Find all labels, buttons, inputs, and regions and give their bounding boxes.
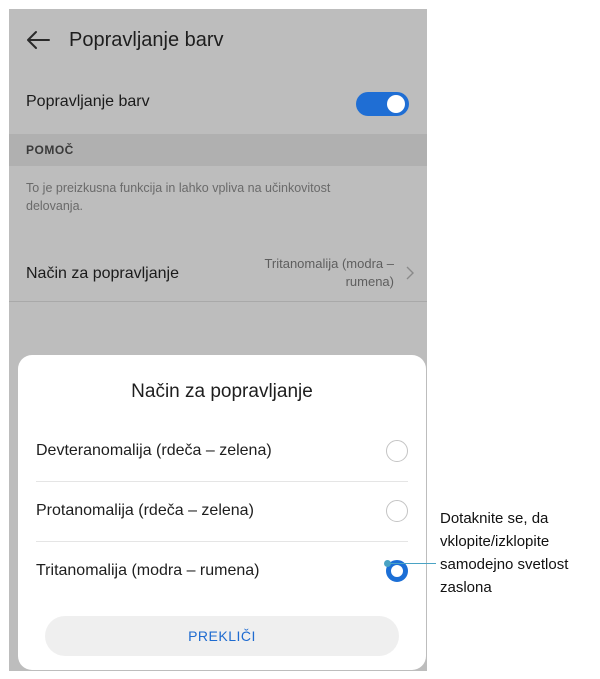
correction-method-value-line2: rumena) bbox=[345, 274, 394, 289]
color-correction-toggle[interactable] bbox=[356, 92, 409, 116]
app-bar: Popravljanje barv bbox=[9, 9, 427, 71]
correction-method-value: Tritanomalija (modra – rumena) bbox=[254, 255, 394, 291]
color-correction-row[interactable]: Popravljanje barv bbox=[9, 81, 427, 127]
correction-method-label: Način za popravljanje bbox=[26, 265, 179, 282]
phone-screen: Popravljanje barv Popravljanje barv POMO… bbox=[9, 9, 427, 671]
toggle-knob bbox=[387, 95, 405, 113]
radio-button-icon[interactable] bbox=[386, 500, 408, 522]
option-label: Protanomalija (rdeča – zelena) bbox=[36, 502, 254, 519]
callout-line-2: vklopite/izklopite bbox=[440, 533, 550, 550]
correction-method-value-line1: Tritanomalija (modra – bbox=[264, 256, 394, 271]
callout-annotation: Dotaknite se, da vklopite/izklopite samo… bbox=[440, 507, 600, 599]
option-protanomaly[interactable]: Protanomalija (rdeča – zelena) bbox=[36, 482, 408, 542]
color-correction-label: Popravljanje barv bbox=[26, 93, 150, 110]
help-text: To je preizkusna funkcija in lahko vpliv… bbox=[26, 181, 331, 213]
option-tritanomaly[interactable]: Tritanomalija (modra – rumena) bbox=[36, 542, 408, 602]
section-header-label: POMOČ bbox=[26, 143, 74, 157]
option-label: Tritanomalija (modra – rumena) bbox=[36, 562, 260, 579]
correction-method-dialog: Način za popravljanje Devteranomalija (r… bbox=[18, 355, 426, 670]
correction-method-row[interactable]: Način za popravljanje Tritanomalija (mod… bbox=[9, 245, 427, 302]
radio-button-icon[interactable] bbox=[386, 440, 408, 462]
help-section-header: POMOČ bbox=[9, 134, 427, 166]
callout-line-1: Dotaknite se, da bbox=[440, 510, 549, 527]
arrow-left-icon[interactable] bbox=[25, 28, 51, 52]
callout-line-3: samodejno svetlost bbox=[440, 556, 569, 573]
option-deuteranomaly[interactable]: Devteranomalija (rdeča – zelena) bbox=[36, 422, 408, 482]
chevron-right-icon bbox=[406, 266, 414, 280]
callout-line-4: zaslona bbox=[440, 579, 492, 596]
callout-line bbox=[388, 563, 436, 564]
cancel-button[interactable]: PREKLIČI bbox=[45, 616, 399, 656]
option-label: Devteranomalija (rdeča – zelena) bbox=[36, 442, 272, 459]
page-title: Popravljanje barv bbox=[69, 29, 224, 51]
dialog-title: Način za popravljanje bbox=[131, 381, 313, 402]
